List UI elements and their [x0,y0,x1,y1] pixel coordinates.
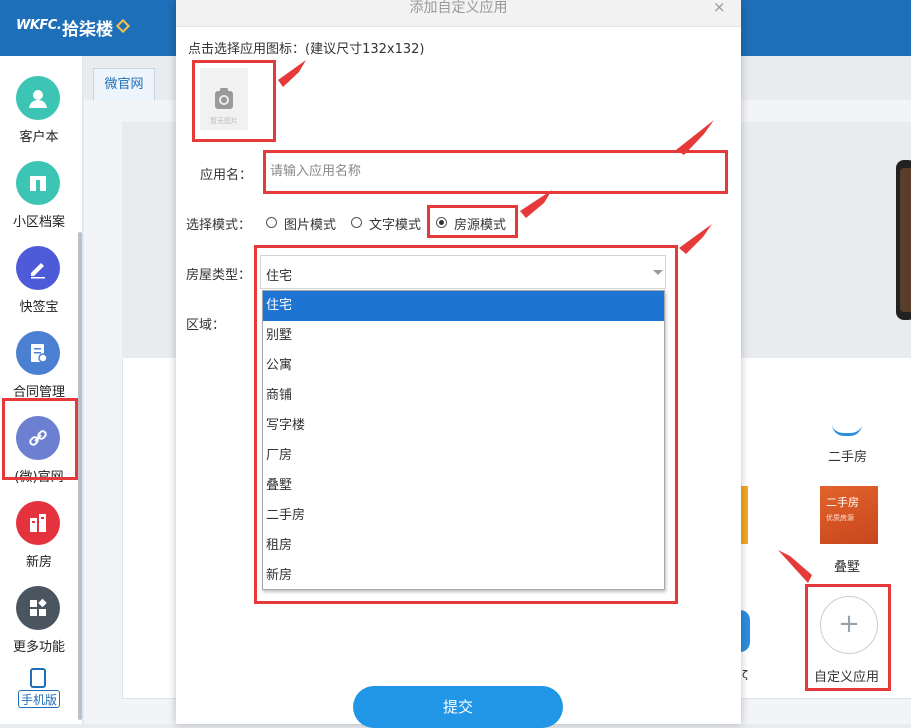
sidebar-scrollbar[interactable] [78,232,82,720]
house-type-select[interactable]: 住宅 [260,255,666,289]
dropdown-option[interactable]: 叠墅 [263,471,664,501]
submit-button[interactable]: 提交 [353,686,563,728]
sign-pen-icon [16,246,60,290]
dropdown-option[interactable]: 二手房 [263,501,664,531]
mode-label: 选择模式： [186,218,252,233]
sidebar-item-newhouse[interactable]: 新房 [0,489,78,570]
brand-logo: WKFC. [16,18,62,33]
house-type-label: 房屋类型： [186,268,252,283]
mode-radio-image[interactable] [266,217,277,228]
sidebar-item-label: (微)官网 [14,470,64,485]
sidebar-item-label: 小区档案 [12,215,65,230]
sidebar-item-customers[interactable]: 客户本 [0,64,78,145]
thumb-title: 二手房 [826,496,859,509]
thumb-subtitle: 优质房源 [826,514,854,522]
house-type-dropdown: 住宅 别墅 公寓 商铺 写字楼 厂房 叠墅 二手房 租房 新房 [262,290,665,590]
dropdown-option[interactable]: 厂房 [263,441,664,471]
dropdown-option[interactable]: 商铺 [263,381,664,411]
mode-radio-text[interactable] [351,217,362,228]
icon-prompt-label: 点击选择应用图标：(建议尺寸132x132) [188,42,425,57]
tile-label-custom-app[interactable]: 自定义应用 [814,666,879,685]
app-name-label: 应用名： [200,168,253,183]
phone-preview [896,160,911,320]
sidebar-item-label: 快签宝 [19,300,59,315]
image-placeholder-text: 暂无图片 [210,117,238,125]
mobile-version-button[interactable]: 手机版 [18,690,60,708]
link-icon [16,416,60,460]
sidebar-item-label: 更多功能 [12,640,65,655]
tab-microsite[interactable]: 微官网 [93,68,155,101]
mode-radio-listing[interactable] [436,217,447,228]
add-custom-app-dialog: 添加自定义应用 × 点击选择应用图标：(建议尺寸132x132) 暂无图片 应用… [176,0,741,728]
tile-icon-partial [740,610,750,652]
sidebar: 客户本 小区档案 快签宝 合同管理 (微)官网 新房 更多功能 手机版 [0,56,83,724]
dropdown-option[interactable]: 写字楼 [263,411,664,441]
contacts-icon [16,76,60,120]
mobile-phone-icon[interactable] [30,668,46,688]
tile-label-partial: ζ [742,668,748,681]
tile-thumb-partial [740,486,748,544]
dropdown-option[interactable]: 租房 [263,531,664,561]
sidebar-item-community[interactable]: 小区档案 [0,149,78,230]
mode-label-text[interactable]: 文字模式 [369,214,421,233]
sidebar-item-label: 客户本 [19,130,59,145]
contract-icon [16,331,60,375]
chevron-down-icon [653,270,663,275]
camera-icon [215,88,233,109]
sidebar-item-label: 新房 [25,555,52,570]
vip-diamond-icon [115,18,131,34]
tile-label-diesu[interactable]: 叠墅 [834,556,860,575]
add-custom-app-button[interactable]: + [820,596,878,654]
dropdown-option[interactable]: 别墅 [263,321,664,351]
building-archive-icon [16,161,60,205]
dropdown-option[interactable]: 公寓 [263,351,664,381]
dropdown-option[interactable]: 新房 [263,561,664,591]
tile-label-secondhand[interactable]: 二手房 [828,446,867,465]
sidebar-item-quicksign[interactable]: 快签宝 [0,234,78,315]
close-icon[interactable]: × [713,0,726,15]
dropdown-option[interactable]: 住宅 [263,291,664,321]
app-name-input[interactable] [265,152,725,190]
new-house-icon [16,501,60,545]
sidebar-item-more[interactable]: 更多功能 [0,574,78,655]
tile-thumb-secondhand[interactable]: 二手房 优质房源 [820,486,878,544]
more-apps-icon [16,586,60,630]
brand-name: 拾柒楼 [62,20,113,40]
dialog-title: 添加自定义应用 [176,0,741,27]
sidebar-item-label: 合同管理 [12,385,65,400]
sidebar-item-microsite[interactable]: (微)官网 [0,404,78,485]
mode-label-image[interactable]: 图片模式 [284,214,336,233]
app-icon-upload[interactable]: 暂无图片 [200,68,248,130]
region-label: 区域： [186,318,226,333]
mode-label-listing[interactable]: 房源模式 [454,214,506,233]
house-type-value: 住宅 [266,269,293,284]
sidebar-item-contracts[interactable]: 合同管理 [0,319,78,400]
